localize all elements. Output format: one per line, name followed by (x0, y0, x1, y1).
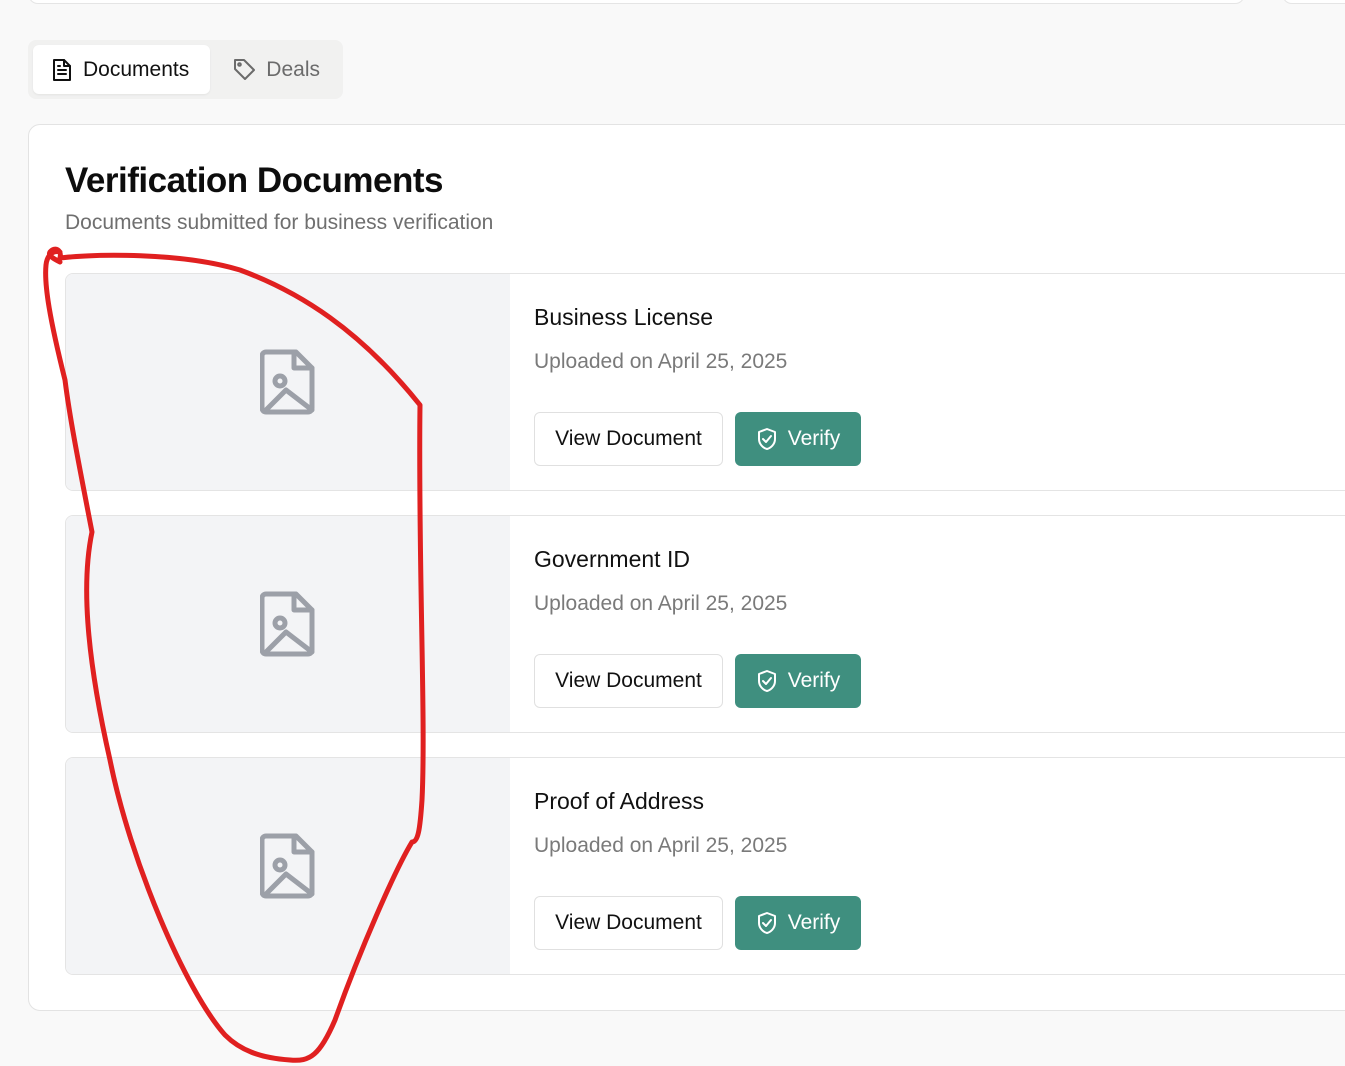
verify-label: Verify (787, 669, 841, 692)
document-date: Uploaded on April 25, 2025 (534, 834, 788, 857)
tab-documents[interactable]: Documents (33, 45, 211, 94)
document-name: Government ID (534, 546, 690, 572)
verify-button[interactable]: Verify (735, 896, 861, 950)
tag-icon (234, 58, 256, 80)
view-document-button[interactable]: View Document (534, 896, 723, 950)
document-icon (53, 58, 71, 81)
document-date: Uploaded on April 25, 2025 (534, 350, 788, 373)
verification-panel: Verification Documents Documents submitt… (28, 124, 1345, 1011)
top-card-secondary (1282, 0, 1345, 4)
tab-deals[interactable]: Deals (214, 45, 338, 94)
shield-check-icon (757, 428, 776, 450)
document-card: Proof of Address Uploaded on April 25, 2… (65, 757, 1345, 975)
panel-title: Verification Documents (65, 161, 443, 200)
file-image-icon (260, 349, 315, 415)
document-card: Government ID Uploaded on April 25, 2025… (65, 515, 1345, 733)
file-image-icon (260, 591, 315, 657)
tab-list: Documents Deals (28, 40, 343, 99)
document-thumbnail (66, 758, 510, 974)
document-name: Proof of Address (534, 788, 705, 814)
tab-deals-label: Deals (266, 57, 320, 81)
document-name: Business License (534, 304, 713, 330)
document-date: Uploaded on April 25, 2025 (534, 592, 788, 615)
document-thumbnail (66, 274, 510, 490)
verify-button[interactable]: Verify (735, 412, 861, 466)
verify-label: Verify (787, 911, 841, 934)
file-image-icon (260, 833, 315, 899)
panel-subtitle: Documents submitted for business verific… (65, 211, 494, 234)
document-card: Business License Uploaded on April 25, 2… (65, 273, 1345, 491)
document-thumbnail (66, 516, 510, 732)
view-document-button[interactable]: View Document (534, 412, 723, 466)
tab-documents-label: Documents (83, 57, 190, 81)
view-document-button[interactable]: View Document (534, 654, 723, 708)
verify-label: Verify (787, 427, 841, 450)
shield-check-icon (757, 670, 776, 692)
verify-button[interactable]: Verify (735, 654, 861, 708)
top-card (28, 0, 1245, 4)
shield-check-icon (757, 912, 776, 934)
